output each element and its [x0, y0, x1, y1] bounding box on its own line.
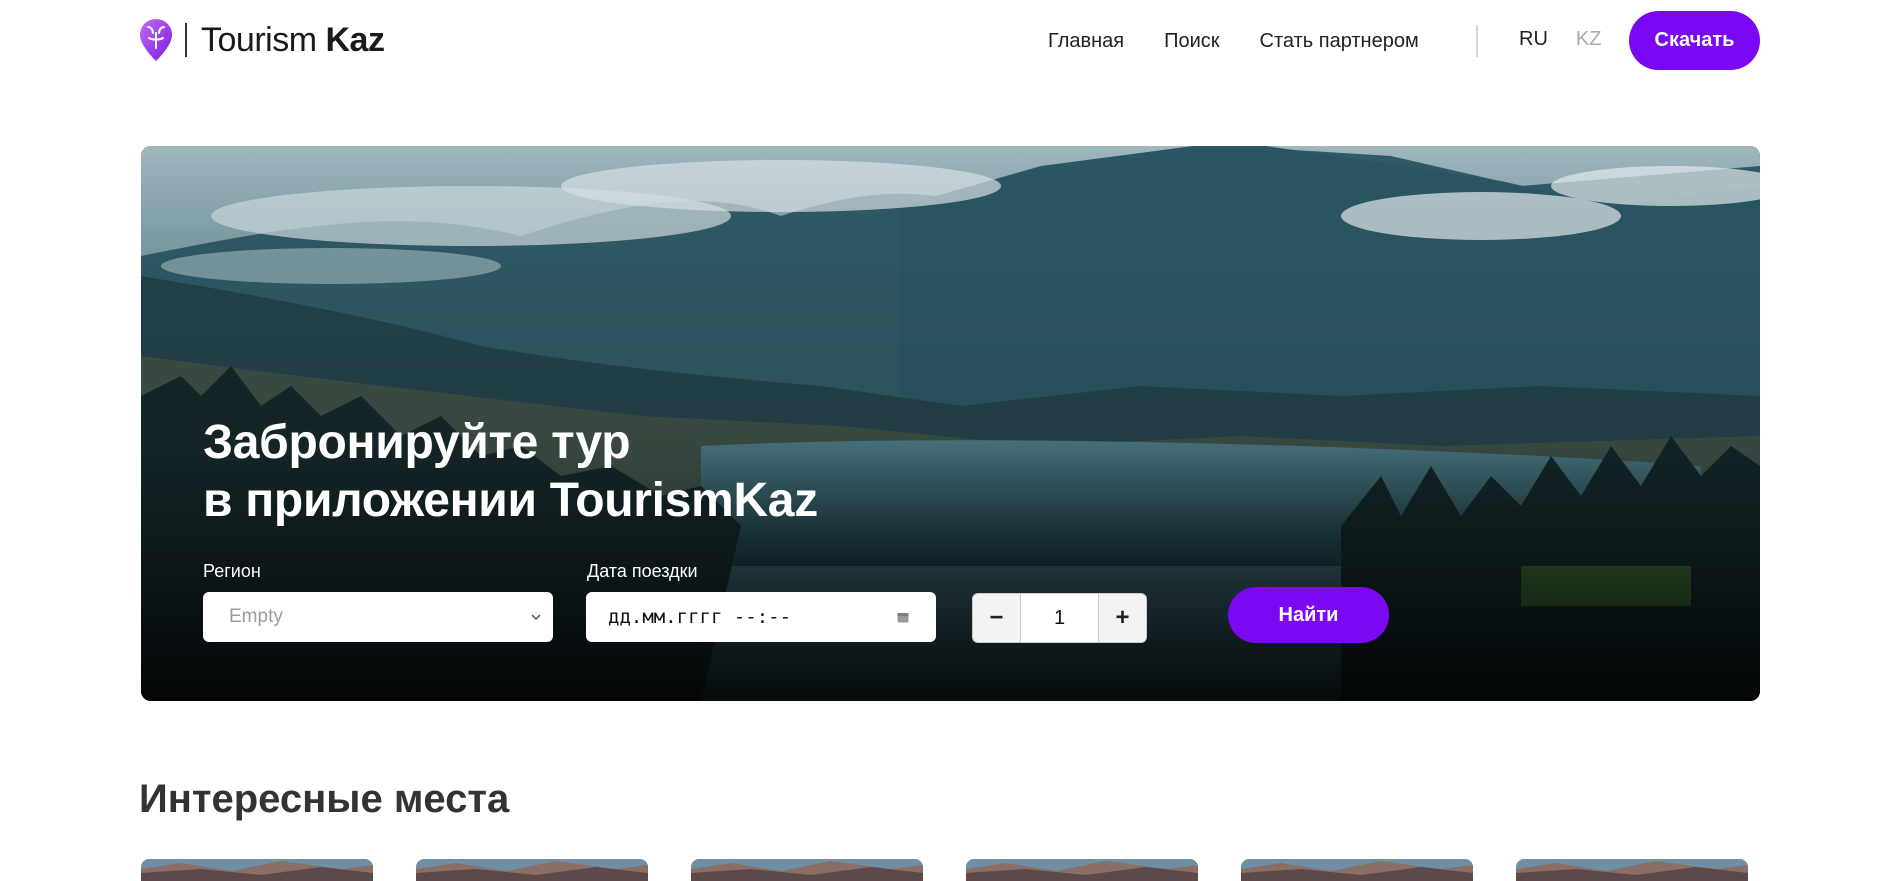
brand-logo[interactable]: Tourism Kaz — [139, 18, 385, 62]
place-card[interactable] — [1241, 859, 1473, 881]
chevron-down-icon — [531, 614, 541, 621]
places-section-title: Интересные места — [139, 777, 510, 821]
increment-button[interactable]: + — [1098, 593, 1147, 643]
lang-ru[interactable]: RU — [1519, 28, 1548, 51]
main-nav: Главная Поиск Стать партнером — [1048, 26, 1419, 56]
search-button[interactable]: Найти — [1228, 587, 1389, 643]
place-card[interactable] — [1516, 859, 1748, 881]
trip-date-placeholder: дд.мм.гггг --:-- — [608, 606, 792, 628]
place-photo — [1516, 859, 1748, 881]
hero-title: Забронируйте тур в приложении TourismKaz — [203, 414, 818, 530]
pin-logo-icon — [140, 19, 172, 61]
site-header: Tourism Kaz Главная Поиск Стать партнеро… — [0, 0, 1890, 82]
place-card[interactable] — [141, 859, 373, 881]
region-label: Регион — [203, 561, 261, 581]
place-card[interactable] — [966, 859, 1198, 881]
logo-divider — [185, 23, 187, 57]
nav-divider — [1476, 25, 1478, 57]
place-photo — [1241, 859, 1473, 881]
place-card[interactable] — [416, 859, 648, 881]
hero-title-line-2: в приложении TourismKaz — [203, 474, 818, 527]
nav-link-partner[interactable]: Стать партнером — [1260, 30, 1419, 53]
decrement-button[interactable]: − — [972, 593, 1021, 643]
place-photo — [141, 859, 373, 881]
calendar-icon[interactable] — [896, 610, 910, 624]
hero-title-line-1: Забронируйте тур — [203, 416, 631, 469]
places-cards — [141, 859, 1761, 881]
region-select-value: Empty — [229, 606, 283, 627]
download-button[interactable]: Скачать — [1629, 11, 1760, 70]
language-switcher: RU KZ — [1519, 28, 1629, 51]
place-card[interactable] — [691, 859, 923, 881]
hero-banner: Забронируйте тур в приложении TourismKaz… — [141, 146, 1760, 701]
lang-kz[interactable]: KZ — [1576, 28, 1602, 51]
trip-date-label: Дата поездки — [587, 561, 698, 581]
nav-link-home[interactable]: Главная — [1048, 30, 1124, 53]
brand-name: Tourism Kaz — [201, 20, 385, 59]
region-select[interactable]: Empty — [203, 592, 553, 642]
trip-date-input[interactable]: дд.мм.гггг --:-- — [586, 592, 936, 642]
travelers-stepper: − 1 + — [972, 593, 1147, 643]
nav-link-search[interactable]: Поиск — [1164, 30, 1219, 53]
place-photo — [416, 859, 648, 881]
place-photo — [966, 859, 1198, 881]
travelers-count[interactable]: 1 — [1021, 593, 1098, 643]
place-photo — [691, 859, 923, 881]
